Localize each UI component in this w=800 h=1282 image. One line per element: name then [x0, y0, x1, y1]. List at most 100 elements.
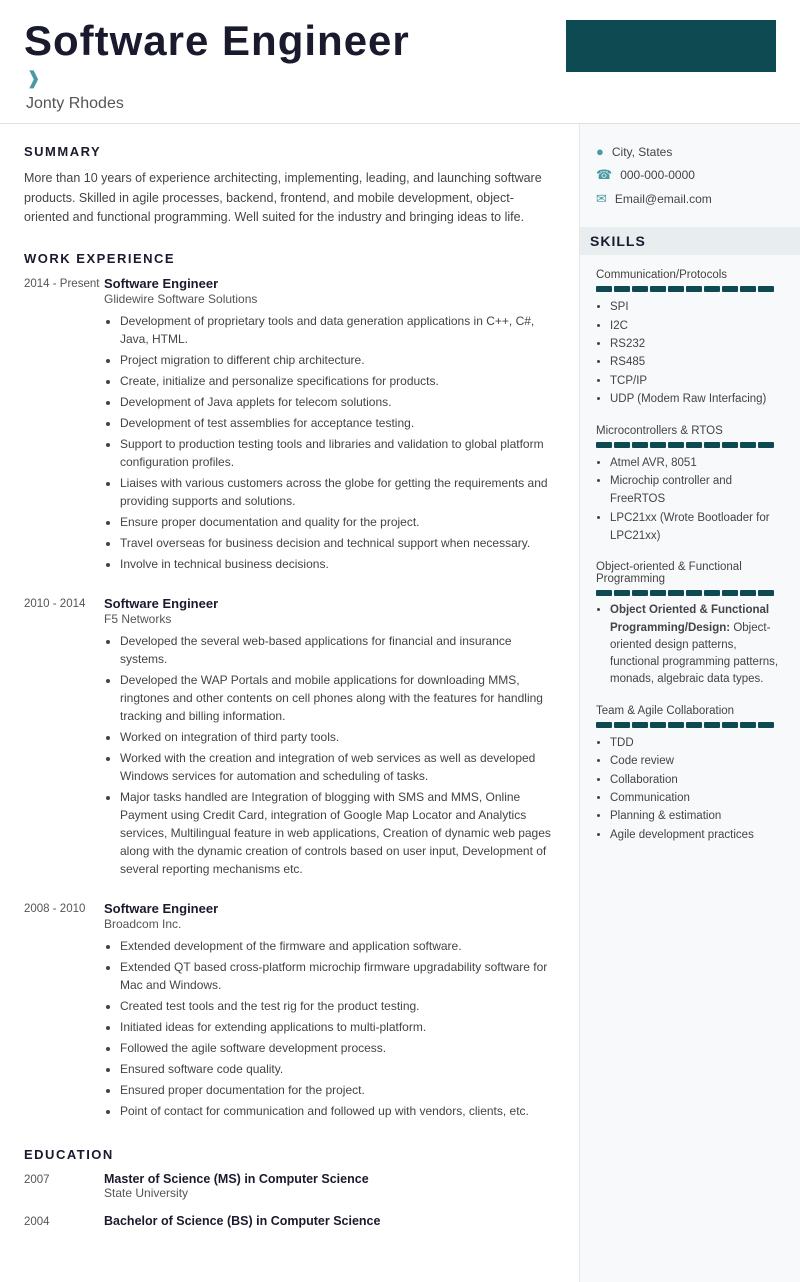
bullet: Create, initialize and personalize speci…: [120, 372, 555, 390]
skill-item: TCP/IP: [610, 372, 784, 390]
seg: [596, 286, 612, 292]
work-item-3: 2008 - 2010 Software Engineer Broadcom I…: [24, 901, 555, 1123]
skills-section: SKILLS Communication/Protocols: [596, 227, 784, 844]
work-item-1: 2014 - Present Software Engineer Glidewi…: [24, 276, 555, 576]
skill-item: Code review: [610, 752, 784, 770]
contact-phone-text: 000-000-0000: [620, 168, 695, 182]
seg: [614, 286, 630, 292]
edu-year-2: 2004: [24, 1214, 104, 1228]
seg: [668, 722, 684, 728]
seg: [758, 590, 774, 596]
seg: [686, 590, 702, 596]
seg: [722, 722, 738, 728]
contact-section: ● City, States ☎ 000-000-0000 ✉ Email@em…: [596, 144, 784, 207]
skill-items-agile: TDD Code review Collaboration Communicat…: [596, 734, 784, 844]
seg: [596, 442, 612, 448]
seg: [668, 286, 684, 292]
seg: [650, 590, 666, 596]
seg: [632, 590, 648, 596]
bullet: Created test tools and the test rig for …: [120, 997, 555, 1015]
skill-items-communication: SPI I2C RS232 RS485 TCP/IP UDP (Modem Ra…: [596, 298, 784, 408]
bullet: Developed the several web-based applicat…: [120, 632, 555, 668]
skill-items-oop: Object Oriented & Functional Programming…: [596, 602, 784, 688]
skill-bar-oop: [596, 590, 784, 596]
work-bullets-2: Developed the several web-based applicat…: [104, 632, 555, 878]
bullet: Development of Java applets for telecom …: [120, 393, 555, 411]
skill-group-oop: Object-oriented & Functional Programming…: [596, 561, 784, 688]
skill-bar-micro: [596, 442, 784, 448]
work-experience-section: WORK EXPERIENCE 2014 - Present Software …: [24, 251, 555, 1123]
work-bullets-3: Extended development of the firmware and…: [104, 937, 555, 1120]
work-company-2: F5 Networks: [104, 612, 555, 626]
skill-group-micro: Microcontrollers & RTOS Atmel AVR, 8051 …: [596, 425, 784, 546]
work-content-3: Software Engineer Broadcom Inc. Extended…: [104, 901, 555, 1123]
bullet: Point of contact for communication and f…: [120, 1102, 555, 1120]
skill-bar-communication: [596, 286, 784, 292]
work-item-2: 2010 - 2014 Software Engineer F5 Network…: [24, 596, 555, 881]
seg: [722, 590, 738, 596]
seg: [596, 590, 612, 596]
skill-item: TDD: [610, 734, 784, 752]
seg: [758, 286, 774, 292]
seg: [704, 442, 720, 448]
work-dates-3: 2008 - 2010: [24, 901, 104, 1123]
bullet: Support to production testing tools and …: [120, 435, 555, 471]
phone-icon: ☎: [596, 167, 612, 183]
skills-title: SKILLS: [580, 227, 800, 255]
skill-group-name-agile: Team & Agile Collaboration: [596, 705, 784, 717]
seg: [686, 442, 702, 448]
seg: [758, 442, 774, 448]
seg: [650, 286, 666, 292]
resume-header: Software Engineer ❱ Jonty Rhodes: [0, 0, 800, 124]
work-dates-1: 2014 - Present: [24, 276, 104, 576]
header-title-block: Software Engineer ❱ Jonty Rhodes: [24, 18, 546, 113]
seg: [704, 286, 720, 292]
seg: [614, 590, 630, 596]
bullet: Liaises with various customers across th…: [120, 474, 555, 510]
edu-degree-2: Bachelor of Science (BS) in Computer Sci…: [104, 1214, 555, 1228]
contact-email: ✉ Email@email.com: [596, 191, 784, 207]
seg: [668, 590, 684, 596]
seg: [632, 722, 648, 728]
seg: [722, 286, 738, 292]
seg: [722, 442, 738, 448]
seg: [596, 722, 612, 728]
seg: [614, 442, 630, 448]
chevron-icon: ❱: [24, 68, 546, 89]
seg: [614, 722, 630, 728]
bullet: Major tasks handled are Integration of b…: [120, 788, 555, 878]
edu-content-1: Master of Science (MS) in Computer Scien…: [104, 1172, 555, 1200]
candidate-name: Jonty Rhodes: [24, 95, 546, 113]
job-title: Software Engineer: [24, 18, 546, 64]
education-title: EDUCATION: [24, 1147, 555, 1162]
main-layout: SUMMARY More than 10 years of experience…: [0, 124, 800, 1282]
seg: [758, 722, 774, 728]
work-content-1: Software Engineer Glidewire Software Sol…: [104, 276, 555, 576]
seg: [650, 722, 666, 728]
bullet: Development of proprietary tools and dat…: [120, 312, 555, 348]
left-column: SUMMARY More than 10 years of experience…: [0, 124, 580, 1282]
bullet: Worked on integration of third party too…: [120, 728, 555, 746]
location-icon: ●: [596, 144, 604, 159]
seg: [740, 286, 756, 292]
work-experience-title: WORK EXPERIENCE: [24, 251, 555, 266]
skill-group-name-communication: Communication/Protocols: [596, 269, 784, 281]
accent-box: [566, 20, 776, 72]
skill-item: Collaboration: [610, 771, 784, 789]
bullet: Ensured proper documentation for the pro…: [120, 1081, 555, 1099]
contact-location-text: City, States: [612, 145, 672, 159]
work-company-3: Broadcom Inc.: [104, 917, 555, 931]
edu-content-2: Bachelor of Science (BS) in Computer Sci…: [104, 1214, 555, 1228]
bullet: Travel overseas for business decision an…: [120, 534, 555, 552]
seg: [686, 722, 702, 728]
bullet: Extended development of the firmware and…: [120, 937, 555, 955]
bullet: Worked with the creation and integration…: [120, 749, 555, 785]
bullet: Project migration to different chip arch…: [120, 351, 555, 369]
email-icon: ✉: [596, 191, 607, 207]
work-title-1: Software Engineer: [104, 276, 555, 291]
skill-item: Atmel AVR, 8051: [610, 454, 784, 472]
contact-location: ● City, States: [596, 144, 784, 159]
skill-item: Communication: [610, 789, 784, 807]
contact-phone: ☎ 000-000-0000: [596, 167, 784, 183]
seg: [740, 590, 756, 596]
